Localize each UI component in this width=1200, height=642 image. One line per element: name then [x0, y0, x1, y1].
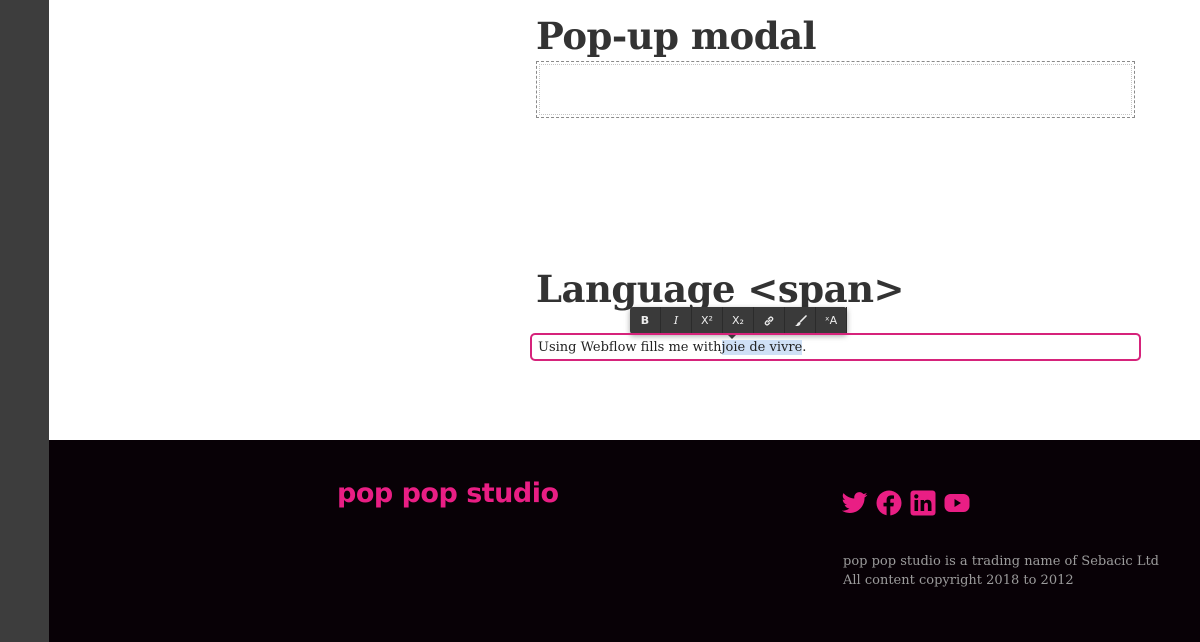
italic-button[interactable]: I — [661, 307, 692, 334]
designer-left-rail — [0, 0, 49, 642]
clear-formatting-button[interactable]: ˣA — [816, 307, 847, 334]
link-icon — [764, 316, 774, 325]
language-text-field[interactable]: Using Webflow fills me with joie de vivr… — [530, 333, 1141, 361]
link-button[interactable] — [754, 307, 785, 334]
linkedin-icon[interactable] — [910, 490, 936, 516]
footer-logo[interactable]: pop pop studio — [337, 480, 559, 507]
rich-text-toolbar: B I X² X₂ ˣA — [630, 307, 847, 339]
field-text-end: . — [802, 339, 807, 355]
field-text: Using Webflow fills me with — [538, 339, 722, 355]
bold-button[interactable]: B — [630, 307, 661, 334]
youtube-icon[interactable] — [944, 490, 970, 516]
language-span-heading: Language <span> — [536, 267, 905, 311]
popup-modal-placeholder[interactable] — [536, 61, 1135, 118]
facebook-icon[interactable] — [876, 490, 902, 516]
legal-trading-name: pop pop studio is a trading name of Seba… — [843, 554, 1159, 569]
footer-legal: pop pop studio is a trading name of Seba… — [843, 552, 1159, 590]
social-links — [842, 490, 970, 516]
popup-modal-heading: Pop-up modal — [536, 14, 817, 58]
superscript-button[interactable]: X² — [692, 307, 723, 334]
selected-text: joie de vivre — [721, 339, 803, 355]
legal-copyright: All content copyright 2018 to 2012 — [843, 573, 1074, 588]
style-span-button[interactable] — [785, 307, 816, 334]
paintbrush-icon — [794, 314, 807, 326]
page-canvas: Pop-up modal Language <span> B I X² X₂ ˣ… — [49, 0, 1200, 642]
site-footer — [49, 440, 1200, 642]
subscript-button[interactable]: X₂ — [723, 307, 754, 334]
twitter-icon[interactable] — [842, 490, 868, 516]
